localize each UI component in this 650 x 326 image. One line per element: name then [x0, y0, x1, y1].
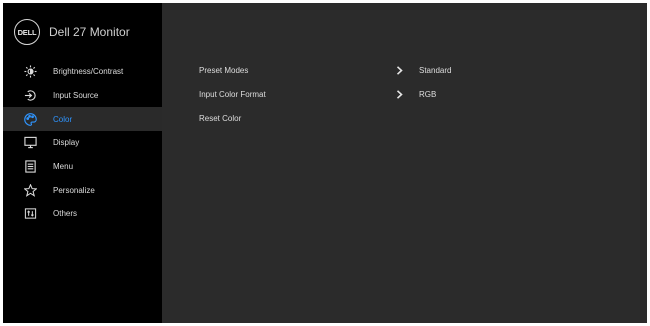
- brightness-icon: [23, 65, 37, 79]
- setting-label: Input Color Format: [199, 89, 266, 99]
- display-icon: [23, 136, 37, 150]
- sidebar: DELL Dell 27 Monitor Brightness/Contrast: [3, 3, 162, 323]
- chevron-right-icon: [396, 89, 416, 99]
- others-icon: [23, 207, 37, 221]
- sidebar-item-menu[interactable]: Menu: [3, 155, 162, 179]
- color-palette-icon: [23, 112, 37, 126]
- sidebar-item-label: Display: [53, 138, 80, 148]
- input-source-icon: [23, 89, 37, 103]
- input-color-format-row[interactable]: Input Color Format RGB: [199, 86, 619, 102]
- setting-value: Standard: [419, 65, 452, 75]
- sidebar-item-input-source[interactable]: Input Source: [3, 84, 162, 108]
- sidebar-item-color[interactable]: Color: [3, 107, 162, 132]
- monitor-title: Dell 27 Monitor: [49, 25, 130, 39]
- sidebar-menu: Brightness/Contrast Input Source Color D…: [3, 60, 162, 226]
- sidebar-item-label: Personalize: [53, 185, 95, 195]
- setting-value: RGB: [419, 89, 437, 99]
- brand-header: DELL Dell 27 Monitor: [3, 3, 162, 61]
- sidebar-item-display[interactable]: Display: [3, 131, 162, 155]
- sidebar-item-label: Menu: [53, 162, 74, 172]
- menu-icon: [23, 160, 37, 174]
- sidebar-item-label: Brightness/Contrast: [53, 67, 124, 77]
- chevron-right-icon: [396, 65, 416, 75]
- dell-logo: DELL: [14, 19, 40, 45]
- star-icon: [23, 183, 37, 197]
- color-settings-panel: Preset Modes Standard Input Color Format…: [162, 3, 647, 323]
- setting-label: Reset Color: [199, 113, 242, 123]
- sidebar-item-personalize[interactable]: Personalize: [3, 178, 162, 202]
- sidebar-item-others[interactable]: Others: [3, 202, 162, 226]
- sidebar-item-label: Color: [53, 114, 73, 124]
- sidebar-item-brightness-contrast[interactable]: Brightness/Contrast: [3, 60, 162, 84]
- preset-modes-row[interactable]: Preset Modes Standard: [199, 62, 619, 78]
- reset-color-row[interactable]: Reset Color: [199, 110, 619, 126]
- sidebar-item-label: Others: [53, 209, 78, 219]
- sidebar-item-label: Input Source: [53, 91, 99, 101]
- setting-label: Preset Modes: [199, 65, 249, 75]
- monitor-osd: DELL Dell 27 Monitor Brightness/Contrast: [3, 3, 647, 323]
